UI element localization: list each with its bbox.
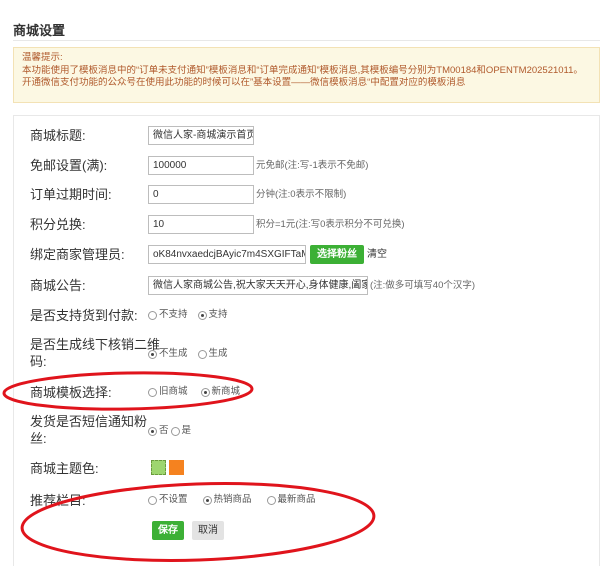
mall-title-input[interactable]: 微信人家-商城演示首页 xyxy=(148,126,254,145)
notify-fans-radio-group: 否 是 xyxy=(148,424,201,438)
bind-admin-label: 绑定商家管理员: xyxy=(30,247,125,262)
offline-qr-radio-group: 不生成 生成 xyxy=(148,347,238,361)
mall-title-label: 商城标题: xyxy=(30,128,86,143)
select-fans-button[interactable]: 选择粉丝 xyxy=(310,245,364,264)
recommend-radio-group: 不设置 热销商品 最新商品 xyxy=(148,493,326,507)
cod-option-no[interactable]: 不支持 xyxy=(148,308,188,322)
notice-line-1: 本功能使用了模板消息中的“订单未支付通知”模板消息和“订单完成通知”模板消息,其… xyxy=(22,64,583,76)
cod-option-yes[interactable]: 支持 xyxy=(197,308,228,322)
notice-line-2: 开通微信支付功能的公众号在使用此功能的时候可以在”基本设置——微信模板消息“中配… xyxy=(22,77,466,88)
theme-color-swatch-green[interactable] xyxy=(151,460,166,475)
points-exchange-input[interactable]: 10 xyxy=(148,215,254,234)
radio-button-checked[interactable] xyxy=(197,310,207,320)
cod-radio-group: 不支持 支持 xyxy=(148,308,238,322)
notify-fans-label-line1: 发货是否短信通知粉 xyxy=(30,414,148,429)
notice-heading: 温馨提示: xyxy=(22,52,63,63)
free-shipping-input[interactable]: 100000 xyxy=(148,156,254,175)
radio-button-checked[interactable] xyxy=(148,349,157,359)
free-shipping-hint: 元免邮(注:写-1表示不免邮) xyxy=(256,160,369,171)
recommend-option-hot[interactable]: 热销商品 xyxy=(202,493,252,507)
free-shipping-label: 免邮设置(满): xyxy=(30,158,108,173)
radio-button-checked[interactable] xyxy=(202,495,212,505)
notify-fans-option-yes[interactable]: 是 xyxy=(170,424,191,438)
announcement-input[interactable]: 微信人家商城公告,祝大家天天开心,身体健康,阖家幸 xyxy=(148,276,368,295)
clear-admin-link[interactable]: 清空 xyxy=(367,245,387,264)
notice-box: 温馨提示: 本功能使用了模板消息中的“订单未支付通知”模板消息和“订单完成通知”… xyxy=(13,47,600,103)
theme-color-label: 商城主题色: xyxy=(30,461,99,476)
template-radio-group: 旧商城 新商城 xyxy=(148,385,250,399)
radio-button-checked[interactable] xyxy=(148,426,157,436)
announcement-label: 商城公告: xyxy=(30,278,86,293)
radio-button[interactable] xyxy=(148,310,157,320)
points-exchange-label: 积分兑换: xyxy=(30,217,86,232)
announcement-hint: (注:做多可填写40个汉字) xyxy=(370,280,476,291)
radio-button[interactable] xyxy=(170,426,180,436)
radio-button[interactable] xyxy=(148,495,157,505)
title-divider xyxy=(13,40,600,41)
cancel-button[interactable]: 取消 xyxy=(192,521,224,540)
notify-fans-label-line2: 丝: xyxy=(30,431,47,446)
radio-button-checked[interactable] xyxy=(200,387,210,397)
offline-qr-label-line2: 码: xyxy=(30,354,47,369)
recommend-option-none[interactable]: 不设置 xyxy=(148,493,188,507)
points-exchange-hint: 积分=1元(注:写0表示积分不可兑换) xyxy=(256,219,405,230)
bind-admin-input[interactable]: oK84nvxaedcjBAyic7m4SXGIFTaM xyxy=(148,245,306,264)
page-title: 商城设置 xyxy=(13,23,66,38)
radio-button[interactable] xyxy=(266,495,276,505)
cod-label: 是否支持货到付款: xyxy=(30,308,138,323)
recommend-option-new[interactable]: 最新商品 xyxy=(266,493,316,507)
offline-qr-option-no[interactable]: 不生成 xyxy=(148,347,188,361)
order-expire-label: 订单过期时间: xyxy=(30,187,112,202)
template-label: 商城模板选择: xyxy=(30,385,112,400)
theme-color-swatch-orange[interactable] xyxy=(169,460,184,475)
radio-button[interactable] xyxy=(148,387,157,397)
offline-qr-option-yes[interactable]: 生成 xyxy=(197,347,228,361)
radio-button[interactable] xyxy=(197,349,207,359)
template-option-new[interactable]: 新商城 xyxy=(200,385,240,399)
notify-fans-option-no[interactable]: 否 xyxy=(148,424,169,438)
offline-qr-label-line1: 是否生成线下核销二维 xyxy=(30,337,161,352)
template-option-old[interactable]: 旧商城 xyxy=(148,385,188,399)
recommend-label: 推荐栏目: xyxy=(30,493,86,508)
order-expire-input[interactable]: 0 xyxy=(148,185,254,204)
save-button[interactable]: 保存 xyxy=(152,521,184,540)
order-expire-hint: 分钟(注:0表示不限制) xyxy=(256,189,347,200)
